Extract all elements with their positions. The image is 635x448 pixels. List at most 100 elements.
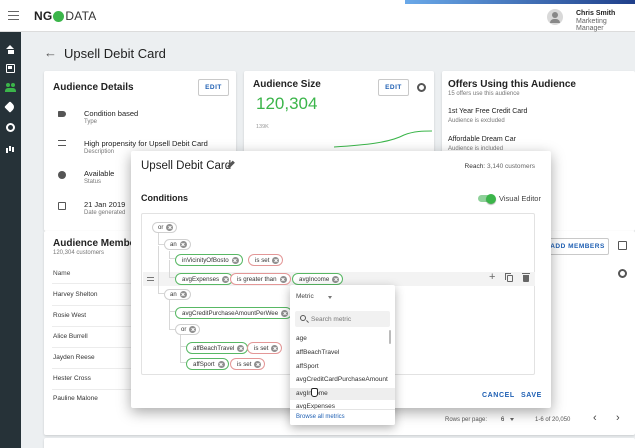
dialog-title: Upsell Debit Card bbox=[141, 160, 232, 172]
add-members-button[interactable]: ADD MEMBERS bbox=[546, 238, 609, 255]
home-icon[interactable] bbox=[6, 45, 15, 54]
detail-description-value: High propensity for Upsell Debit Card bbox=[84, 139, 208, 148]
condition-field-chip[interactable]: affSport bbox=[186, 358, 229, 370]
remove-x-icon[interactable] bbox=[281, 309, 289, 317]
condition-field-chip[interactable]: avgExpenses bbox=[175, 273, 234, 285]
check-circle-icon bbox=[58, 171, 66, 179]
chevron-right-icon[interactable]: › bbox=[616, 412, 620, 424]
visual-editor-toggle[interactable] bbox=[478, 193, 496, 204]
rows-per-page-select[interactable]: 6 bbox=[501, 417, 515, 423]
metric-option[interactable]: age bbox=[296, 335, 307, 342]
remove-x-icon[interactable] bbox=[217, 360, 225, 368]
chevron-left-icon[interactable]: ‹ bbox=[593, 412, 597, 424]
table-row[interactable]: Rosie West bbox=[53, 312, 86, 319]
chip-label: avgCreditPurchaseAmountPerWee bbox=[182, 309, 279, 317]
table-settings-gear-icon[interactable] bbox=[618, 269, 627, 278]
remove-x-icon[interactable] bbox=[222, 275, 230, 283]
remove-x-icon[interactable] bbox=[179, 241, 187, 248]
tree-connector bbox=[169, 312, 175, 330]
metric-search-input[interactable] bbox=[311, 314, 386, 324]
tree-connector bbox=[169, 260, 175, 278]
caret-down-icon[interactable] bbox=[328, 296, 332, 299]
browse-all-metrics[interactable]: Browse all metrics bbox=[290, 409, 395, 425]
tag-icon[interactable] bbox=[4, 101, 16, 113]
remove-x-icon[interactable] bbox=[272, 256, 280, 264]
back-arrow-icon[interactable]: ← bbox=[44, 45, 57, 60]
edit-details-button[interactable]: EDIT bbox=[198, 79, 229, 96]
table-row[interactable]: Jayden Reese bbox=[53, 354, 95, 361]
offer-item-title[interactable]: Affordable Dream Car bbox=[448, 136, 516, 143]
offers-title: Offers Using this Audience bbox=[448, 79, 576, 90]
condition-value-chip[interactable]: avgIncome bbox=[292, 273, 344, 285]
table-row[interactable]: Hester Cross bbox=[53, 375, 91, 382]
edit-size-button[interactable]: EDIT bbox=[378, 79, 409, 96]
and-operator[interactable]: an bbox=[164, 289, 191, 300]
remove-x-icon[interactable] bbox=[279, 275, 287, 283]
add-condition-plus-icon[interactable]: + bbox=[489, 271, 495, 283]
dropdown-scrollbar[interactable] bbox=[389, 330, 391, 344]
rows-per-page-value: 6 bbox=[501, 417, 505, 423]
audience-size-title: Audience Size bbox=[253, 79, 321, 90]
analytics-chart-icon[interactable] bbox=[6, 144, 15, 153]
metric-dropdown: Metric age affBeachTravel affSport avgCr… bbox=[290, 285, 395, 425]
copy-icon[interactable] bbox=[505, 273, 513, 282]
hamburger-menu-icon[interactable] bbox=[8, 11, 19, 20]
delete-trash-icon[interactable] bbox=[522, 273, 530, 282]
chip-label: avgExpenses bbox=[182, 275, 220, 283]
size-settings-gear-icon[interactable] bbox=[417, 83, 426, 92]
visual-editor-label: Visual Editor bbox=[499, 194, 541, 203]
offer-item-title[interactable]: 1st Year Free Credit Card bbox=[448, 108, 527, 115]
table-row[interactable]: Pauline Malone bbox=[53, 395, 98, 402]
chip-label: affBeachTravel bbox=[193, 344, 235, 352]
remove-x-icon[interactable] bbox=[179, 291, 187, 298]
cancel-button[interactable]: CANCEL bbox=[482, 392, 515, 399]
name-column-header[interactable]: Name bbox=[53, 270, 70, 277]
remove-x-icon[interactable] bbox=[271, 344, 279, 352]
remove-x-icon[interactable] bbox=[166, 224, 174, 231]
condition-field-chip[interactable]: affBeachTravel bbox=[186, 342, 249, 354]
calendar-icon[interactable] bbox=[6, 64, 15, 73]
metric-option[interactable]: affBeachTravel bbox=[296, 349, 339, 356]
remove-x-icon[interactable] bbox=[231, 256, 239, 264]
table-row[interactable]: Harvey Shelton bbox=[53, 291, 97, 298]
table-row[interactable]: Alice Burrell bbox=[53, 333, 88, 340]
remove-x-icon[interactable] bbox=[254, 360, 262, 368]
app-logo[interactable]: NG DATA bbox=[34, 9, 96, 23]
condition-field-chip[interactable]: inVicinityOfBosto bbox=[175, 254, 243, 266]
audience-size-value: 120,304 bbox=[256, 94, 318, 113]
offers-subtitle: 15 offers use this audience bbox=[448, 91, 520, 97]
audiences-icon[interactable] bbox=[5, 83, 16, 92]
metric-search-box bbox=[295, 311, 390, 327]
or-operator[interactable]: or bbox=[152, 222, 178, 233]
condition-operator-chip[interactable]: is greater than bbox=[230, 273, 291, 285]
condition-operator-chip[interactable]: is set bbox=[247, 342, 283, 354]
or-operator[interactable]: or bbox=[175, 324, 201, 335]
metric-type-select[interactable]: Metric bbox=[296, 293, 314, 300]
remove-x-icon[interactable] bbox=[237, 344, 245, 352]
remove-x-icon[interactable] bbox=[189, 326, 197, 333]
settings-gear-icon[interactable] bbox=[6, 123, 15, 132]
detail-status-label: Status bbox=[84, 179, 102, 185]
detail-date-value: 21 Jan 2019 bbox=[84, 200, 126, 209]
condition-field-chip[interactable]: avgCreditPurchaseAmountPerWee bbox=[175, 307, 293, 319]
chip-label: avgIncome bbox=[299, 275, 330, 283]
chip-label: is set bbox=[255, 256, 270, 264]
chip-label: is greater than bbox=[237, 275, 277, 283]
metric-option[interactable]: avgCreditCardPurchaseAmount bbox=[296, 376, 388, 383]
condition-operator-chip[interactable]: is set bbox=[248, 254, 284, 266]
user-name[interactable]: Chris Smith bbox=[576, 10, 615, 17]
metric-option[interactable]: affSport bbox=[296, 363, 319, 370]
reach-value: 3,140 customers bbox=[486, 163, 535, 170]
operator-label: an bbox=[170, 241, 177, 248]
browse-all-metrics-link[interactable]: Browse all metrics bbox=[296, 414, 345, 420]
and-operator[interactable]: an bbox=[164, 239, 191, 250]
tag-icon bbox=[58, 111, 66, 117]
operator-label: or bbox=[158, 224, 164, 231]
open-external-icon[interactable] bbox=[618, 241, 627, 250]
save-button[interactable]: SAVE bbox=[521, 392, 542, 399]
drag-handle-icon[interactable] bbox=[147, 277, 154, 281]
condition-operator-chip[interactable]: is set bbox=[230, 358, 266, 370]
user-avatar-icon[interactable] bbox=[547, 9, 563, 25]
remove-x-icon[interactable] bbox=[332, 275, 340, 283]
rows-per-page-label: Rows per page: bbox=[445, 417, 488, 423]
